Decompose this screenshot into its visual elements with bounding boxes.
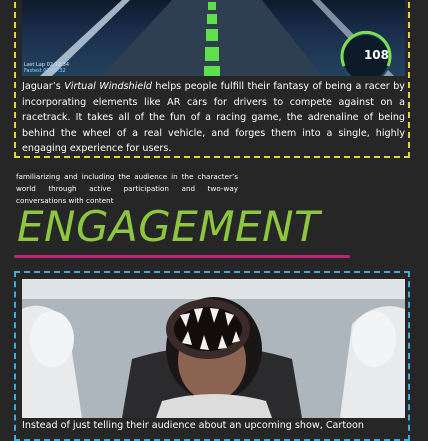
jaguar-description: Jaguar’s Virtual Windshield helps people… [22, 79, 405, 157]
road-illustration [40, 0, 394, 76]
shark-mouth-illustration [22, 279, 405, 418]
jaguar-text-start: Jaguar’s [22, 81, 65, 92]
jaguar-text-rest: helps people fulfill their fantasy of be… [22, 81, 405, 155]
racing-hud-image: Last Lap 02:12:34 Fastest 02:09:32 108 [22, 0, 405, 76]
fastest-lap-text: Fastest 02:09:32 [24, 68, 66, 74]
speed-readout: 108 [363, 48, 389, 62]
lap-times: Last Lap 02:12:34 Fastest 02:09:32 [24, 62, 69, 74]
title-underline [14, 255, 350, 258]
cartoon-photo [22, 279, 405, 418]
virtual-windshield-name: Virtual Windshield [64, 81, 152, 92]
cartoon-description: Instead of just telling their audience a… [22, 420, 364, 431]
engagement-title: ENGAGEMENT [17, 202, 321, 251]
